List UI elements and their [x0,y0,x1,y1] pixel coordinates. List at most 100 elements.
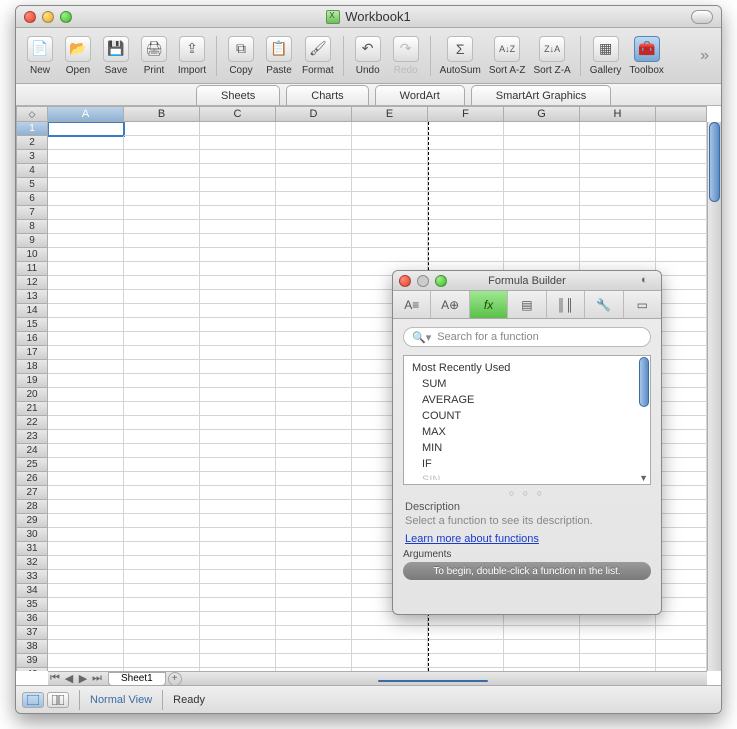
cell[interactable] [504,136,580,150]
column-header-E[interactable]: E [352,106,428,122]
fb-tab-library[interactable]: ║║ [547,291,585,318]
cell[interactable] [276,136,352,150]
fb-tab-reference[interactable]: A≡ [393,291,431,318]
sheet-nav-prev[interactable]: ◀ [62,672,76,685]
cell[interactable] [656,304,707,318]
save-button[interactable]: 💾Save [98,31,134,81]
cell[interactable] [428,654,504,668]
cell[interactable] [656,234,707,248]
cell[interactable] [276,514,352,528]
cell[interactable] [124,164,200,178]
cell[interactable] [276,346,352,360]
cell[interactable] [200,472,276,486]
cell[interactable] [124,500,200,514]
cell[interactable] [656,500,707,514]
cell[interactable] [124,654,200,668]
cell[interactable] [200,486,276,500]
row-header-26[interactable]: 26 [16,472,48,486]
cell[interactable] [124,626,200,640]
cell[interactable] [48,528,124,542]
row-header-6[interactable]: 6 [16,192,48,206]
row-header-8[interactable]: 8 [16,220,48,234]
cell[interactable] [48,388,124,402]
column-header-H[interactable]: H [580,106,656,122]
cell[interactable] [200,500,276,514]
cell[interactable] [656,584,707,598]
cell[interactable] [200,388,276,402]
cell[interactable] [352,234,428,248]
cell[interactable] [48,416,124,430]
cell[interactable] [276,486,352,500]
cell[interactable] [48,360,124,374]
fb-tab-fx[interactable]: fx [470,291,508,318]
cell[interactable] [48,570,124,584]
cell[interactable] [504,206,580,220]
cell[interactable] [200,416,276,430]
cell[interactable] [48,514,124,528]
cell[interactable] [276,444,352,458]
row-header-21[interactable]: 21 [16,402,48,416]
cell[interactable] [124,262,200,276]
cell[interactable] [48,612,124,626]
row-header-29[interactable]: 29 [16,514,48,528]
cell[interactable] [428,220,504,234]
cell[interactable] [48,318,124,332]
cell[interactable] [656,458,707,472]
format-button[interactable]: 🖌Format [299,31,337,81]
cell[interactable] [504,164,580,178]
cell[interactable] [276,584,352,598]
cell[interactable] [580,654,656,668]
cell[interactable] [656,444,707,458]
cell[interactable] [428,192,504,206]
cell[interactable] [580,178,656,192]
cell[interactable] [352,206,428,220]
cell[interactable] [124,318,200,332]
fb-tab-add[interactable]: A⊕ [431,291,469,318]
cell[interactable] [200,290,276,304]
fb-function-item[interactable]: AVERAGE [404,392,650,408]
fb-tab-toolbox[interactable]: ▭ [624,291,661,318]
row-header-31[interactable]: 31 [16,542,48,556]
cell[interactable] [428,164,504,178]
cell[interactable] [352,220,428,234]
cell[interactable] [200,514,276,528]
paste-button[interactable]: 📋Paste [261,31,297,81]
cell[interactable] [428,640,504,654]
cell[interactable] [276,150,352,164]
cell[interactable] [276,374,352,388]
cell[interactable] [656,290,707,304]
tab-wordart[interactable]: WordArt [375,85,465,105]
row-header-19[interactable]: 19 [16,374,48,388]
cell[interactable] [276,332,352,346]
row-header-15[interactable]: 15 [16,318,48,332]
cell[interactable] [48,430,124,444]
cell[interactable] [48,346,124,360]
cell[interactable] [656,388,707,402]
cell[interactable] [48,542,124,556]
row-header-23[interactable]: 23 [16,430,48,444]
cell[interactable] [48,192,124,206]
cell[interactable] [276,626,352,640]
cell[interactable] [200,556,276,570]
row-header-28[interactable]: 28 [16,500,48,514]
row-header-38[interactable]: 38 [16,640,48,654]
column-header-A[interactable]: A [48,106,124,122]
cell[interactable] [580,136,656,150]
cell[interactable] [200,220,276,234]
cell[interactable] [124,150,200,164]
row-header-32[interactable]: 32 [16,556,48,570]
sort-za-button[interactable]: Z↓ASort Z-A [531,31,574,81]
cell[interactable] [580,122,656,136]
cell[interactable] [200,626,276,640]
cell[interactable] [428,122,504,136]
cell[interactable] [656,416,707,430]
cell[interactable] [200,360,276,374]
cell[interactable] [48,262,124,276]
cell[interactable] [656,206,707,220]
fb-list-scroll-down[interactable]: ▼ [639,473,648,483]
cell[interactable] [656,556,707,570]
cell[interactable] [656,626,707,640]
cell[interactable] [200,528,276,542]
cell[interactable] [124,458,200,472]
cell[interactable] [276,612,352,626]
